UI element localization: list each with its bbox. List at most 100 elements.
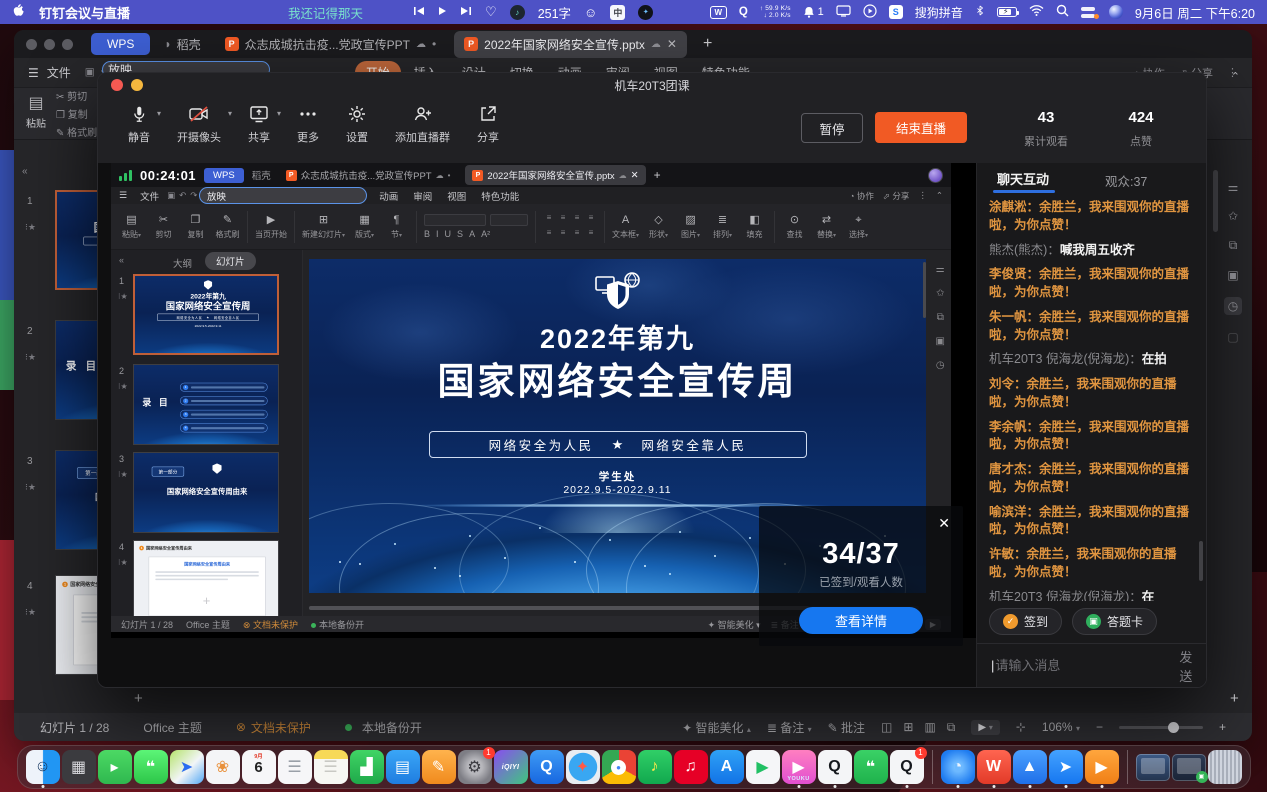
fit-window-icon[interactable]: ⊹: [1016, 720, 1026, 734]
slide-thumbnail-2[interactable]: 录 目 1 2 3 4: [55, 320, 101, 420]
align-button[interactable]: ≡: [543, 228, 555, 241]
play-circle-icon[interactable]: [863, 4, 877, 21]
dock-calendar[interactable]: 69月: [242, 750, 276, 784]
toolbar-share-screen-button[interactable]: ▾共享: [248, 103, 270, 145]
fill-button[interactable]: ◧填充: [742, 214, 767, 240]
tab-docer[interactable]: ◗稻壳: [158, 36, 206, 53]
play-from-button[interactable]: ▶当页开始: [255, 214, 287, 240]
signin-button[interactable]: ✓签到: [989, 608, 1062, 635]
align-button[interactable]: ≡: [585, 213, 597, 226]
toolbar-more-button[interactable]: 更多: [297, 103, 319, 145]
sogou-icon[interactable]: S: [889, 5, 903, 19]
beautify-button[interactable]: ✦ 智能美化 ▴: [682, 719, 751, 736]
shared-tab-doc1[interactable]: P众志成城抗击疫...党政宣传PPT☁•: [279, 165, 458, 185]
heart-icon[interactable]: ♡: [485, 4, 497, 20]
font-size-select[interactable]: [490, 214, 528, 226]
dock-pages[interactable]: ✎: [422, 750, 456, 784]
menu-tab-7[interactable]: 审阅: [406, 187, 439, 204]
toolbar-mic-button[interactable]: ▾静音: [128, 103, 150, 145]
dock-qq[interactable]: Q: [818, 750, 852, 784]
dock-keynote[interactable]: ▤: [386, 750, 420, 784]
hamburger-menu-icon[interactable]: ☰: [28, 66, 39, 80]
toolbar-gear-button[interactable]: 设置: [346, 103, 368, 145]
add-slide-button[interactable]: +: [203, 593, 211, 608]
history-icon[interactable]: ◷: [936, 360, 945, 371]
chat-message-list[interactable]: 涂麒淞：余胜兰，我来围观你的直播啦，为你点赞！熊杰(熊杰)：喊我周五收齐李俊贤：…: [989, 199, 1194, 601]
dock-tim[interactable]: Q1: [890, 750, 924, 784]
dock-qq-music[interactable]: ♪: [638, 750, 672, 784]
ime-language-icon[interactable]: 中: [610, 5, 625, 20]
status-theme[interactable]: Office 主题: [143, 719, 201, 736]
dock-wps-office[interactable]: W: [977, 750, 1011, 784]
dock-facetime[interactable]: ▸: [98, 750, 132, 784]
slide-thumbnail-3[interactable]: 第一部分 国家网络安全宣传周由来: [133, 452, 279, 533]
align-button[interactable]: ≡: [571, 228, 583, 241]
dock-browser-app[interactable]: ◔: [941, 750, 975, 784]
cut-button[interactable]: ✂ 剪切: [56, 88, 97, 103]
hamburger-menu-icon[interactable]: ☰: [119, 190, 127, 201]
toolbar-camera-button[interactable]: ▾开摄像头: [177, 103, 221, 145]
paste-button[interactable]: ▤粘贴▾: [119, 214, 144, 240]
menu-tab-8[interactable]: 视图: [440, 187, 473, 204]
file-menu[interactable]: 文件: [140, 189, 159, 203]
transition-icon[interactable]: ⧉: [1229, 238, 1238, 253]
close-tab-icon[interactable]: ✕: [667, 37, 677, 51]
panel-collapse-icon[interactable]: «: [22, 166, 28, 177]
slide-thumbnail-2[interactable]: 录 目 1 2 3 4: [133, 364, 279, 445]
control-center-icon[interactable]: [1081, 7, 1097, 18]
q-app-icon[interactable]: Q: [739, 6, 748, 18]
new-slide-plus-button[interactable]: +: [1230, 690, 1239, 707]
shared-tab-wps[interactable]: WPS: [204, 168, 244, 183]
media-play-icon[interactable]: [438, 5, 447, 19]
bold-button[interactable]: B: [424, 229, 430, 239]
new-tab-button[interactable]: +: [703, 35, 712, 53]
font-name-select[interactable]: [424, 214, 486, 226]
minimize-window-button[interactable]: [131, 79, 143, 91]
align-button[interactable]: ≡: [571, 213, 583, 226]
apple-menu-icon[interactable]: [12, 3, 25, 21]
album-art-icon[interactable]: ♪: [510, 5, 525, 20]
dock-launchpad[interactable]: ▦: [62, 750, 96, 784]
slide-thumbnail-4[interactable]: 1国家网络安全宣传周由来 国家网络安全宣传周由来: [55, 575, 101, 675]
ribbon-collapse-icon[interactable]: ⌃: [936, 190, 943, 201]
panel-collapse-icon[interactable]: «: [119, 255, 124, 265]
dock-chrome[interactable]: ●: [602, 750, 636, 784]
vertical-scrollbar[interactable]: [1213, 170, 1218, 232]
file-menu[interactable]: 文件: [47, 64, 71, 81]
dock-netease-music[interactable]: ♫: [674, 750, 708, 784]
toolbar-add-group-button[interactable]: 添加直播群: [395, 103, 450, 145]
slide-thumbnail-3[interactable]: 第一部分 国家网络安全宣传周由来: [55, 450, 101, 550]
close-icon[interactable]: ✕: [938, 515, 950, 532]
tab-audience[interactable]: 观众:37: [1105, 171, 1147, 190]
image-tool-icon[interactable]: ▣: [936, 336, 945, 347]
dock-system-settings[interactable]: ⚙1: [458, 750, 492, 784]
tab-chat[interactable]: 聊天互动: [997, 169, 1049, 188]
dock-youku[interactable]: ▶YOUKU: [782, 750, 816, 784]
search-icon[interactable]: [1056, 4, 1069, 20]
status-protection[interactable]: ⊗ 文档未保护: [236, 719, 311, 736]
align-button[interactable]: ≡: [543, 213, 555, 226]
properties-icon[interactable]: ⚌: [1228, 180, 1239, 194]
shared-tab-docer[interactable]: 稻壳: [252, 168, 271, 182]
dock-meeting-app[interactable]: ▲: [1013, 750, 1047, 784]
align-button[interactable]: ≡: [557, 213, 569, 226]
textbox-button[interactable]: A文本框▾: [612, 214, 639, 240]
dock-numbers[interactable]: ▟: [350, 750, 384, 784]
effects-icon[interactable]: ✩: [1228, 209, 1238, 223]
arrange-button[interactable]: ≣排列▾: [710, 214, 735, 240]
align-button[interactable]: ≡: [585, 228, 597, 241]
zoom-in-button[interactable]: +: [1219, 720, 1226, 734]
avatar[interactable]: [928, 168, 943, 183]
collab-icon[interactable]: ◔ 协作: [849, 190, 874, 202]
slide-thumbnail-1[interactable]: 2022年第九 国家网络安全宣传周 网络安全为人民★网络安全靠人民 2022.9…: [133, 274, 279, 355]
ribbon-collapse-icon[interactable]: ⌃: [1231, 70, 1240, 83]
dock-safari[interactable]: ✦: [566, 750, 600, 784]
find-button[interactable]: ⊙查找: [782, 214, 807, 240]
dock-messages[interactable]: ❝: [134, 750, 168, 784]
slides-tab[interactable]: 幻灯片: [205, 252, 256, 270]
picture-button[interactable]: ▨图片▾: [678, 214, 703, 240]
window-traffic-lights[interactable]: [26, 39, 73, 50]
cut-button[interactable]: ✂剪切: [151, 214, 176, 240]
zoom-slider[interactable]: [1119, 726, 1203, 729]
chat-input[interactable]: [995, 658, 1171, 673]
